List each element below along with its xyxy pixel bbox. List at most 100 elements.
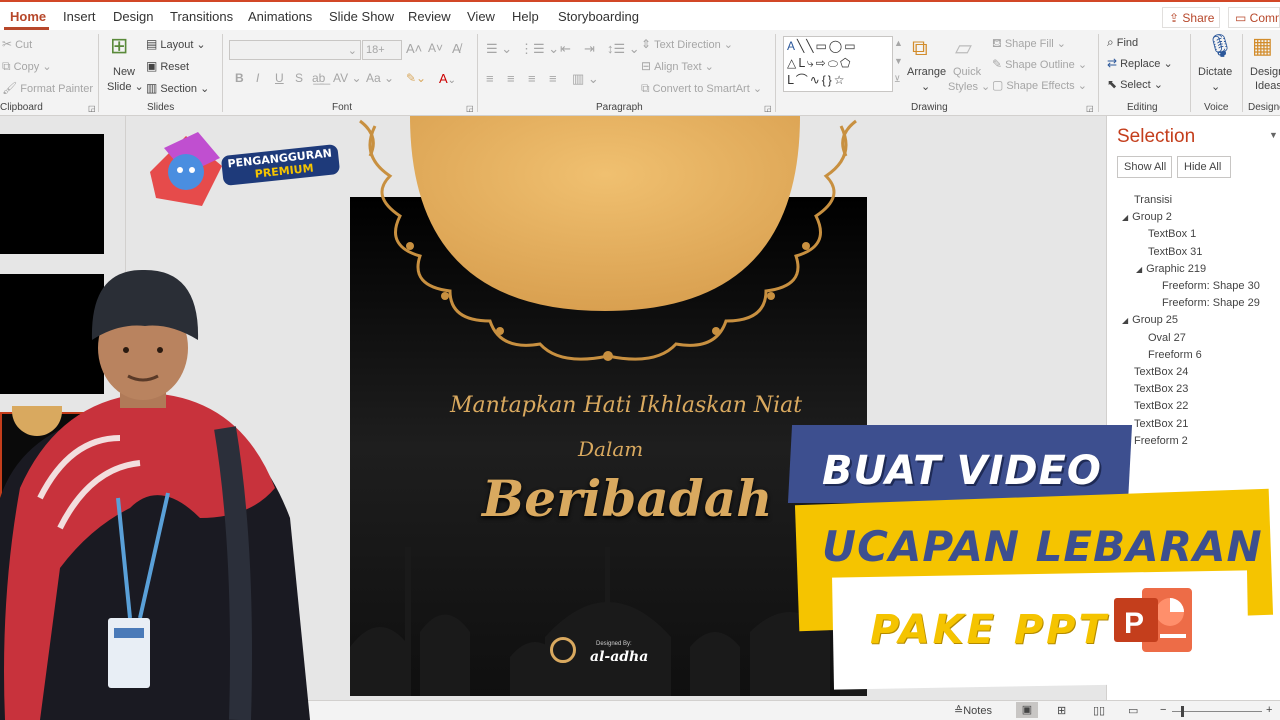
align-text-button[interactable]: ⊟ Align Text ⌄ (641, 59, 714, 73)
selection-item[interactable]: Oval 27 (1148, 332, 1186, 344)
columns-icon[interactable]: ▥ ⌄ (572, 71, 599, 87)
copy-button[interactable]: ⧉ Copy ⌄ (2, 59, 52, 74)
normal-view-icon[interactable]: ▣ (1016, 702, 1038, 718)
slide-sorter-icon[interactable]: ⊞ (1057, 704, 1066, 717)
reading-view-icon[interactable]: ▯▯ (1093, 704, 1105, 717)
selection-item[interactable]: TextBox 24 (1134, 366, 1188, 378)
selection-item[interactable]: TextBox 1 (1148, 228, 1196, 240)
replace-button[interactable]: ⇄ Replace ⌄ (1107, 56, 1173, 70)
gallery-more-icon[interactable]: ⊻ (894, 74, 901, 85)
underline-button[interactable]: U (275, 71, 284, 85)
zoom-slider[interactable] (1172, 711, 1262, 712)
new-slide-button-label[interactable]: Slide ⌄ (107, 80, 144, 93)
paragraph-launcher-icon[interactable]: ◲ (764, 104, 772, 113)
font-launcher-icon[interactable]: ◲ (466, 104, 474, 113)
zoom-in-icon[interactable]: + (1266, 704, 1272, 716)
layout-button[interactable]: ▤ Layout ⌄ (146, 37, 206, 51)
align-left-icon[interactable]: ≡ (486, 71, 494, 86)
selection-item[interactable]: Freeform: Shape 29 (1162, 297, 1260, 309)
bold-button[interactable]: B (235, 71, 244, 85)
cut-button[interactable]: ✂ Cut (2, 37, 32, 51)
grow-font-button[interactable]: A˄ (406, 41, 422, 56)
selection-item[interactable]: ◢ Group 25 (1122, 314, 1178, 326)
shape-fill-button[interactable]: ⛾ Shape Fill ⌄ (992, 36, 1066, 52)
selection-item[interactable]: Freeform: Shape 30 (1162, 280, 1260, 292)
bullets-icon[interactable]: ☰ ⌄ (486, 41, 512, 57)
justify-icon[interactable]: ≡ (549, 71, 557, 86)
tab-home[interactable]: Home (10, 9, 46, 24)
pane-options-icon[interactable]: ▼ (1269, 130, 1278, 140)
slide-thumbnail[interactable] (0, 134, 104, 254)
convert-smartart-button[interactable]: ⧉ Convert to SmartArt ⌄ (641, 81, 762, 96)
font-color-icon[interactable]: A⌄ (439, 71, 456, 86)
tab-review[interactable]: Review (408, 9, 451, 24)
shape-effects-button[interactable]: ▢ Shape Effects ⌄ (992, 78, 1087, 92)
drawing-launcher-icon[interactable]: ◲ (1086, 104, 1094, 113)
selection-item[interactable]: ◢ Group 2 (1122, 211, 1172, 223)
tab-storyboarding[interactable]: Storyboarding (558, 9, 639, 24)
tab-help[interactable]: Help (512, 9, 539, 24)
select-button[interactable]: ⬉ Select ⌄ (1107, 77, 1163, 91)
tab-transitions[interactable]: Transitions (170, 9, 233, 24)
selection-item[interactable]: Freeform 2 (1134, 435, 1188, 447)
text-direction-button[interactable]: ⇕ Text Direction ⌄ (641, 37, 733, 51)
selection-item[interactable]: Freeform 6 (1148, 349, 1202, 361)
quick-styles-button[interactable]: Quick (953, 66, 981, 78)
selection-item[interactable]: TextBox 21 (1134, 418, 1188, 430)
zoom-slider-thumb[interactable] (1181, 706, 1184, 717)
new-slide-button[interactable]: New (113, 66, 135, 78)
format-painter-button[interactable]: 🖌 Format Painter (2, 81, 93, 95)
shadow-button[interactable]: S (295, 71, 303, 85)
show-all-button[interactable]: Show All (1117, 156, 1172, 178)
arrange-button[interactable]: Arrange (907, 66, 946, 78)
shrink-font-button[interactable]: A˅ (428, 41, 443, 55)
highlight-icon[interactable]: ✎⌄ (406, 71, 426, 85)
dictate-button[interactable]: Dictate (1198, 66, 1232, 78)
selection-item[interactable]: TextBox 31 (1148, 246, 1202, 258)
quick-styles-button-label[interactable]: Styles ⌄ (948, 80, 990, 93)
selection-item[interactable]: TextBox 23 (1134, 383, 1188, 395)
increase-indent-icon[interactable]: ⇥ (584, 41, 595, 57)
gold-medallion-ornament[interactable] (350, 116, 867, 366)
slideshow-view-icon[interactable]: ▭ (1128, 704, 1138, 717)
slide-title[interactable]: Beribadah (482, 469, 772, 528)
expand-icon[interactable]: ◢ (1136, 265, 1142, 274)
shapes-gallery[interactable]: A╲╲▭◯▭ △ᒪ⤷⇨⬭⬠ ᒪ⌒∿{}☆ (783, 36, 893, 92)
numbering-icon[interactable]: ⋮☰ ⌄ (520, 41, 559, 57)
tab-insert[interactable]: Insert (63, 9, 96, 24)
design-ideas-button-label[interactable]: Ideas (1255, 80, 1280, 92)
change-case-button[interactable]: Aa ⌄ (366, 71, 394, 85)
slide-subtitle-line2[interactable]: Dalam (578, 437, 643, 461)
reset-button[interactable]: ▣ Reset (146, 59, 189, 73)
strikethrough-button[interactable]: a͟b͟ (312, 71, 325, 85)
line-spacing-icon[interactable]: ↕☰ ⌄ (607, 41, 640, 57)
shape-outline-button[interactable]: ✎ Shape Outline ⌄ (992, 57, 1087, 71)
italic-button[interactable]: I (256, 71, 259, 85)
gallery-down-icon[interactable]: ▼ (894, 56, 903, 66)
tab-view[interactable]: View (467, 9, 495, 24)
tab-animations[interactable]: Animations (248, 9, 312, 24)
hide-all-button[interactable]: Hide All (1177, 156, 1231, 178)
zoom-out-icon[interactable]: − (1160, 704, 1166, 716)
clear-formatting-icon[interactable]: A̸ (452, 41, 461, 56)
align-right-icon[interactable]: ≡ (528, 71, 536, 86)
share-button[interactable]: ⇪ Share (1162, 7, 1220, 28)
selection-item[interactable]: TextBox 22 (1134, 400, 1188, 412)
decrease-indent-icon[interactable]: ⇤ (560, 41, 571, 57)
gallery-up-icon[interactable]: ▲ (894, 38, 903, 48)
character-spacing-button[interactable]: AV ⌄ (333, 71, 362, 85)
expand-icon[interactable]: ◢ (1122, 213, 1128, 222)
section-button[interactable]: ▥ Section ⌄ (146, 81, 209, 95)
selection-item[interactable]: Transisi (1134, 194, 1172, 206)
align-center-icon[interactable]: ≡ (507, 71, 515, 86)
notes-button[interactable]: ≙Notes (954, 704, 992, 717)
expand-icon[interactable]: ◢ (1122, 316, 1128, 325)
tab-design[interactable]: Design (113, 9, 153, 24)
comments-button[interactable]: ▭ Comm (1228, 7, 1280, 28)
selection-item[interactable]: ◢ Graphic 219 (1136, 263, 1206, 275)
slide-subtitle-line1[interactable]: Mantapkan Hati Ikhlaskan Niat (450, 393, 802, 418)
font-size-combo[interactable]: 18+ (362, 40, 402, 60)
design-ideas-button[interactable]: Design (1250, 66, 1280, 78)
tab-slide-show[interactable]: Slide Show (329, 9, 394, 24)
find-button[interactable]: ⌕ Find (1107, 35, 1138, 50)
